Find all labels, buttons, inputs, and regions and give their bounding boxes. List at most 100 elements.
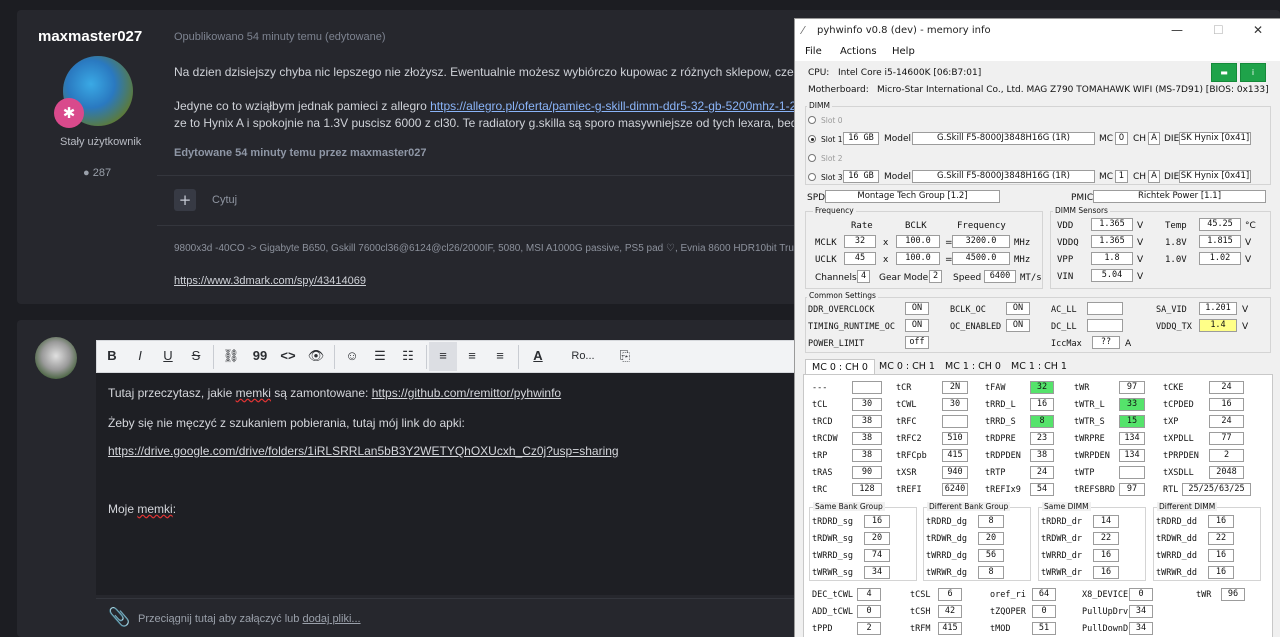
timing-value: 2 bbox=[1209, 449, 1244, 462]
timing-label: tCWL bbox=[896, 400, 917, 410]
minimize-icon[interactable]: — bbox=[1171, 23, 1183, 37]
timing-label: tRFC2 bbox=[896, 434, 922, 444]
v18-unit: V bbox=[1245, 238, 1252, 248]
spellcheck-word: memki bbox=[137, 502, 173, 516]
setting-value: ON bbox=[1006, 302, 1030, 315]
pmic-value: Richtek Power [1.1] bbox=[1093, 190, 1266, 203]
info-icon[interactable]: i bbox=[1240, 63, 1266, 82]
numbered-list-icon[interactable]: ☷ bbox=[398, 348, 418, 364]
text-color-icon[interactable]: A bbox=[528, 348, 548, 363]
multiquote-button[interactable]: + bbox=[174, 189, 196, 211]
dropzone-text: Przeciągnij tutaj aby załączyć lub dodaj… bbox=[138, 613, 361, 625]
timing-value: 38 bbox=[852, 432, 882, 445]
timing-value: 97 bbox=[1119, 483, 1145, 496]
timing-value: 16 bbox=[1208, 549, 1234, 562]
mclk-rate: 32 bbox=[844, 235, 876, 248]
sensor-label: VIN bbox=[1057, 272, 1074, 282]
quote-icon[interactable]: 99 bbox=[250, 348, 270, 363]
temp-label: Temp bbox=[1165, 221, 1187, 231]
timing-label: tRDWR_dg bbox=[926, 534, 967, 544]
slot-radio[interactable] bbox=[808, 116, 816, 124]
maximize-icon[interactable]: ☐ bbox=[1213, 23, 1224, 37]
post-text-line: Na dzien dzisiejszy chyba nic lepszego n… bbox=[174, 65, 870, 79]
paperclip-icon: 📎 bbox=[108, 607, 131, 628]
menu-help[interactable]: Help bbox=[892, 46, 915, 57]
timing-label: tWTP bbox=[1074, 468, 1095, 478]
timing-label: tRP bbox=[812, 451, 828, 461]
close-icon[interactable]: ✕ bbox=[1253, 23, 1263, 37]
spoiler-icon[interactable]: 👁 bbox=[306, 348, 326, 364]
timing-label: tRDPRE bbox=[985, 434, 1016, 444]
tab-mc0-ch0[interactable]: MC 0 : CH 0 bbox=[805, 359, 875, 375]
slot-radio[interactable] bbox=[808, 154, 816, 162]
timing-value: 8 bbox=[1030, 415, 1054, 428]
member-badge-icon: ✱ bbox=[54, 98, 84, 128]
align-center-icon[interactable]: ≡ bbox=[462, 348, 482, 363]
v10-label: 1.0V bbox=[1165, 255, 1187, 265]
underline-button[interactable]: U bbox=[158, 348, 178, 363]
timing-value: 16 bbox=[864, 515, 890, 528]
timing-value: 33 bbox=[1119, 398, 1145, 411]
timing-label: tWRRD_sg bbox=[812, 551, 853, 561]
slot-radio[interactable] bbox=[808, 173, 816, 181]
strikethrough-button[interactable]: S bbox=[186, 348, 206, 363]
menu-file[interactable]: File bbox=[805, 46, 822, 57]
timing-value: 38 bbox=[852, 449, 882, 462]
tab-mc1-ch0[interactable]: MC 1 : CH 0 bbox=[939, 359, 1007, 375]
allegro-link[interactable]: https://allegro.pl/oferta/pamiec-g-skill… bbox=[430, 99, 832, 113]
mclk-unit: MHz bbox=[1014, 238, 1031, 248]
timing-label: tPRPDEN bbox=[1163, 451, 1199, 461]
tab-mc0-ch1[interactable]: MC 0 : CH 1 bbox=[873, 359, 941, 375]
slot-radio[interactable] bbox=[808, 135, 816, 143]
timing-subgroup-title: Different Bank Group bbox=[927, 502, 1011, 511]
timing-label: RTL bbox=[1163, 485, 1179, 495]
timing-value: 74 bbox=[864, 549, 890, 562]
avatar bbox=[35, 337, 77, 379]
channels-value: 4 bbox=[857, 270, 870, 283]
menu-actions[interactable]: Actions bbox=[840, 46, 877, 57]
speed-unit: MT/s bbox=[1020, 273, 1042, 283]
sensor-value: 1.365 bbox=[1091, 235, 1133, 248]
frequency-header: Frequency bbox=[957, 221, 1006, 231]
align-left-icon[interactable]: ≡ bbox=[433, 348, 453, 363]
bold-button[interactable]: B bbox=[102, 348, 122, 363]
bullet-list-icon[interactable]: ☰ bbox=[370, 348, 390, 364]
link-button[interactable]: ⛓ bbox=[221, 348, 241, 364]
timing-label: tWRWR_sg bbox=[812, 568, 853, 578]
spd-value: Montage Tech Group [1.2] bbox=[825, 190, 1000, 203]
slot-ch: A bbox=[1148, 132, 1160, 145]
mclk-label: MCLK bbox=[815, 238, 837, 248]
drive-link[interactable]: https://drive.google.com/drive/folders/1… bbox=[108, 444, 619, 458]
align-right-icon[interactable]: ≡ bbox=[490, 348, 510, 363]
gear-mode-value: 2 bbox=[929, 270, 942, 283]
die-label: DIE bbox=[1164, 134, 1180, 144]
timing-value: 38 bbox=[1030, 449, 1054, 462]
post-meta[interactable]: Opublikowano 54 minuty temu (edytowane) bbox=[174, 31, 386, 43]
github-link[interactable]: https://github.com/remittor/pyhwinfo bbox=[372, 386, 561, 400]
quote-button[interactable]: Cytuj bbox=[212, 194, 237, 206]
preview-icon[interactable]: ⎘ bbox=[615, 348, 635, 364]
timing-label: tWTR_S bbox=[1074, 417, 1105, 427]
attachment-dropzone[interactable]: 📎 Przeciągnij tutaj aby załączyć lub dod… bbox=[96, 598, 796, 637]
add-files-link[interactable]: dodaj pliki... bbox=[302, 613, 360, 625]
temp-value: 45.25 bbox=[1199, 218, 1241, 231]
code-icon[interactable]: <> bbox=[278, 348, 298, 363]
timing-label: tXPDLL bbox=[1163, 434, 1194, 444]
dimm-group-title: DIMM bbox=[807, 101, 832, 110]
font-dropdown[interactable]: Ro... bbox=[567, 350, 599, 362]
tab-mc1-ch1[interactable]: MC 1 : CH 1 bbox=[1005, 359, 1073, 375]
slot-ch: A bbox=[1148, 170, 1160, 183]
timing-value: 16 bbox=[1208, 515, 1234, 528]
signature-link[interactable]: https://www.3dmark.com/spy/43414069 bbox=[174, 275, 366, 287]
timing-label: tWRWR_dr bbox=[1041, 568, 1082, 578]
emoji-icon[interactable]: ☺ bbox=[342, 348, 362, 363]
timing-value: 6 bbox=[938, 588, 962, 601]
v10-value: 1.02 bbox=[1199, 252, 1241, 265]
italic-button[interactable]: I bbox=[130, 348, 150, 363]
temp-unit: °C bbox=[1245, 221, 1256, 231]
timing-label: tCSH bbox=[910, 607, 931, 617]
toolbar-separator bbox=[213, 345, 214, 369]
editor-content[interactable] bbox=[96, 373, 796, 595]
post-author[interactable]: maxmaster027 bbox=[38, 28, 142, 45]
save-icon[interactable]: ▬ bbox=[1211, 63, 1237, 82]
